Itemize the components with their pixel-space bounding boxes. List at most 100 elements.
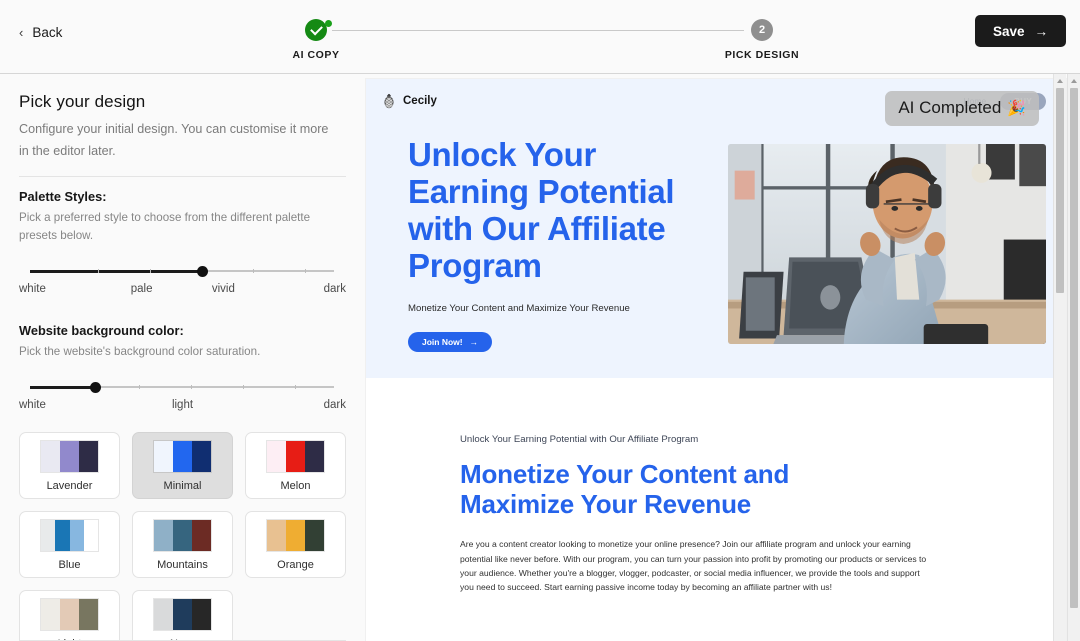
arrow-right-icon: → (1034, 23, 1049, 39)
arrow-right-icon: → (469, 336, 479, 347)
scrollbar-thumb[interactable] (1070, 88, 1078, 608)
wizard-stepper: AI COPY 2 PICK DESIGN (292, 14, 799, 64)
background-color-slider[interactable]: white light dark (19, 379, 346, 417)
palette-styles-help: Pick a preferred style to choose from th… (19, 211, 311, 243)
stepper-step-label: AI COPY (292, 49, 340, 61)
slider-tick-label: white (19, 399, 46, 412)
swatch-color (79, 598, 98, 630)
palette-swatch (153, 439, 212, 473)
preview-hero-copy: Unlock Your Earning Potential with Our A… (408, 129, 708, 352)
preview-hero-subheading: Monetize Your Content and Maximize Your … (408, 302, 630, 314)
swatch-color (192, 440, 211, 472)
website-preview-pane: Cecily Home BUY AI Completed 🎉 Unlock Yo… (366, 74, 1080, 641)
slider-thumb[interactable] (197, 265, 208, 277)
swatch-color (154, 440, 173, 472)
slider-tick-label: light (171, 399, 194, 412)
preview-content-section: Unlock Your Earning Potential with Our A… (366, 377, 1066, 595)
slider-tick (98, 268, 99, 273)
design-settings-panel: Pick your design Configure your initial … (0, 74, 366, 641)
swatch-color (79, 440, 98, 472)
stepper-step-ai-copy[interactable]: AI COPY (256, 14, 376, 61)
palette-card-lavender[interactable]: Lavender (19, 432, 120, 500)
palette-card-melon[interactable]: Melon (245, 432, 346, 500)
back-button-label: Back (32, 25, 63, 40)
page-title: Pick your design (19, 92, 146, 111)
swatch-color (41, 598, 60, 630)
palette-card-mountains[interactable]: Mountains (132, 511, 233, 579)
check-icon (305, 19, 332, 41)
slider-tick (295, 384, 296, 389)
slider-fill (30, 386, 95, 389)
preview-section-eyebrow: Unlock Your Earning Potential with Our A… (460, 433, 699, 445)
swatch-color (192, 519, 211, 551)
swatch-color (55, 519, 70, 551)
swatch-color (305, 519, 324, 551)
slider-thumb[interactable] (90, 381, 101, 393)
swatch-color (154, 519, 173, 551)
scrollbar-thumb[interactable] (1056, 88, 1064, 293)
background-color-label: Website background color: (19, 323, 184, 339)
page-scrollbar[interactable] (1067, 74, 1080, 641)
slider-tick (139, 384, 140, 389)
swatch-color (305, 440, 324, 472)
swatch-color (267, 440, 286, 472)
palette-card-label: Melon (280, 479, 311, 492)
swatch-color (173, 519, 192, 551)
palette-swatch (40, 518, 99, 552)
scroll-up-arrow-icon[interactable] (1068, 74, 1080, 87)
swatch-color (286, 440, 305, 472)
back-button[interactable]: ‹ Back (14, 22, 67, 43)
stepper-step-pick-design[interactable]: 2 PICK DESIGN (702, 14, 822, 61)
preview-section-heading: Monetize Your Content and Maximize Your … (460, 458, 790, 520)
palette-preset-grid: Lavender Minimal Melon Blue Mountains Orange L… (19, 432, 346, 641)
slider-tick-label: pale (130, 283, 153, 296)
slider-tick (253, 268, 254, 273)
slider-tick (243, 384, 244, 389)
swatch-color (173, 598, 192, 630)
save-button-label: Save (992, 23, 1025, 39)
palette-card-label: Mountains (157, 558, 208, 571)
preview-scrollbar[interactable] (1053, 74, 1066, 641)
palette-swatch (40, 597, 99, 631)
palette-card-label: Blue (58, 558, 81, 571)
pineapple-logo-icon (384, 93, 394, 109)
swatch-color (286, 519, 305, 551)
palette-card-label: Orange (277, 558, 314, 571)
slider-tick-label: vivid (211, 283, 235, 296)
save-button[interactable]: Save → (974, 15, 1066, 47)
swatch-color (154, 598, 173, 630)
palette-card-blue[interactable]: Blue (19, 511, 120, 579)
top-bar: ‹ Back AI COPY 2 PICK DESIGN Save → (0, 0, 1080, 74)
slider-fill (30, 270, 202, 273)
preview-hero-heading: Unlock Your Earning Potential with Our A… (408, 136, 675, 284)
palette-swatch (266, 439, 325, 473)
preview-hero-body: Unlock Your Earning Potential with Our A… (366, 123, 1066, 352)
swatch-color (69, 519, 84, 551)
palette-styles-slider[interactable]: white pale vivid dark (19, 263, 346, 301)
palette-card-orange[interactable]: Orange (245, 511, 346, 579)
palette-card-light[interactable]: Light (19, 590, 120, 641)
stepper-step-label: PICK DESIGN (724, 49, 800, 61)
slider-tick-label: dark (323, 283, 346, 296)
ai-completed-badge: AI Completed 🎉 (885, 91, 1039, 126)
palette-swatch (40, 439, 99, 473)
background-color-help: Pick the website's background color satu… (19, 345, 261, 359)
scroll-up-arrow-icon[interactable] (1054, 74, 1066, 87)
slider-tick-label: white (19, 283, 46, 296)
preview-section-paragraph: Are you a content creator looking to mon… (460, 539, 927, 593)
swatch-color (267, 519, 286, 551)
palette-swatch (153, 518, 212, 552)
step-number-badge: 2 (751, 19, 773, 41)
palette-card-label: Minimal (163, 479, 202, 492)
preview-join-now-label: Join Now! (422, 336, 463, 347)
ai-completed-label: AI Completed (898, 98, 1002, 117)
preview-brand-name: Cecily (403, 95, 437, 107)
slider-tick (150, 268, 151, 273)
palette-card-minimal[interactable]: Minimal (132, 432, 233, 500)
preview-brand[interactable]: Cecily (382, 93, 437, 109)
party-popper-icon: 🎉 (1007, 100, 1026, 117)
swatch-color (60, 440, 79, 472)
preview-join-now-button[interactable]: Join Now! → (408, 331, 493, 352)
palette-card-navy[interactable]: Navy (132, 590, 233, 641)
palette-swatch (153, 597, 212, 631)
